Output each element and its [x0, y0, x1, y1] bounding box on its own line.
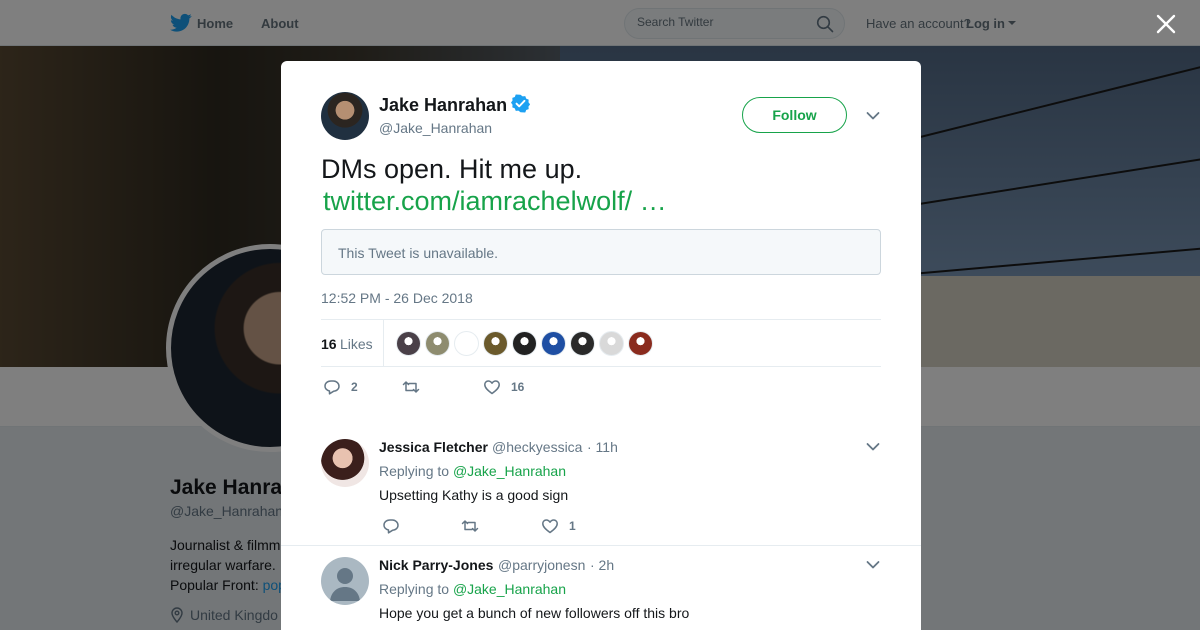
author-name[interactable]: Jake Hanrahan [379, 95, 507, 116]
chevron-down-icon[interactable] [866, 560, 880, 570]
reply-time[interactable]: · 11h [587, 439, 618, 455]
tweet-text: DMs open. Hit me up. [321, 154, 583, 184]
liker-avatar[interactable] [425, 331, 450, 356]
likes-count[interactable]: 16 [321, 336, 337, 352]
reply-text: Hope you get a bunch of new followers of… [379, 605, 690, 621]
quoted-tweet-unavailable: This Tweet is unavailable. [321, 229, 881, 275]
mention-link[interactable]: @Jake_Hanrahan [453, 581, 566, 597]
replying-to: Replying to @Jake_Hanrahan [379, 463, 566, 479]
reply-button[interactable] [382, 518, 410, 534]
reply-avatar[interactable] [321, 439, 369, 487]
liker-avatar[interactable] [483, 331, 508, 356]
like-button[interactable]: 16 [483, 379, 524, 395]
default-avatar-icon [330, 568, 360, 601]
verified-badge-icon [511, 94, 530, 113]
liker-avatar[interactable] [512, 331, 537, 356]
liker-avatar[interactable] [454, 331, 479, 356]
heart-icon [542, 519, 558, 534]
retweet-button[interactable] [461, 518, 489, 534]
like-button[interactable]: 1 [541, 518, 576, 534]
likers-avatars [396, 331, 657, 357]
reply-author-handle[interactable]: @parryjonesn [498, 557, 585, 573]
liker-avatar[interactable] [628, 331, 653, 356]
heart-icon [484, 380, 500, 395]
liker-avatar[interactable] [599, 331, 624, 356]
unavailable-text: This Tweet is unavailable. [338, 245, 499, 261]
stats-divider [383, 320, 384, 367]
reply-count: 2 [351, 380, 358, 394]
reply-text: Upsetting Kathy is a good sign [379, 487, 569, 503]
close-icon[interactable] [1155, 13, 1177, 35]
retweet-icon [402, 381, 420, 393]
like-count: 1 [569, 519, 576, 533]
mention-link[interactable]: @Jake_Hanrahan [453, 463, 566, 479]
tweet-timestamp[interactable]: 12:52 PM - 26 Dec 2018 [321, 290, 473, 306]
reply-button[interactable]: 2 [323, 379, 358, 395]
tweet-stats: 16 Likes [321, 319, 881, 367]
chevron-down-icon[interactable] [866, 442, 880, 452]
follow-button[interactable]: Follow [742, 97, 847, 133]
retweet-icon [461, 520, 479, 532]
reply-time[interactable]: · 2h [590, 557, 614, 573]
reply-icon [324, 380, 340, 395]
liker-avatar[interactable] [541, 331, 566, 356]
tweet-link[interactable]: twitter.com/iamrachelwolf/ … [323, 185, 667, 218]
author-avatar[interactable] [321, 92, 369, 140]
chevron-down-icon[interactable] [866, 111, 880, 121]
replying-prefix: Replying to [379, 581, 453, 597]
replying-prefix: Replying to [379, 463, 453, 479]
reply-divider [281, 545, 921, 546]
replying-to: Replying to @Jake_Hanrahan [379, 581, 566, 597]
author-handle[interactable]: @Jake_Hanrahan [379, 120, 492, 136]
likes-label[interactable]: Likes [340, 336, 373, 352]
reply-author-name[interactable]: Jessica Fletcher [379, 439, 488, 455]
reply-avatar-default[interactable] [321, 557, 369, 605]
reply-icon [383, 519, 399, 534]
liker-avatar[interactable] [570, 331, 595, 356]
retweet-button[interactable] [402, 379, 430, 395]
tweet-modal: Jake Hanrahan @Jake_Hanrahan Follow DMs … [281, 61, 921, 630]
reply-author-name[interactable]: Nick Parry-Jones [379, 557, 493, 573]
like-count: 16 [511, 380, 525, 394]
liker-avatar[interactable] [396, 331, 421, 356]
reply-author-handle[interactable]: @heckyessica [492, 439, 582, 455]
